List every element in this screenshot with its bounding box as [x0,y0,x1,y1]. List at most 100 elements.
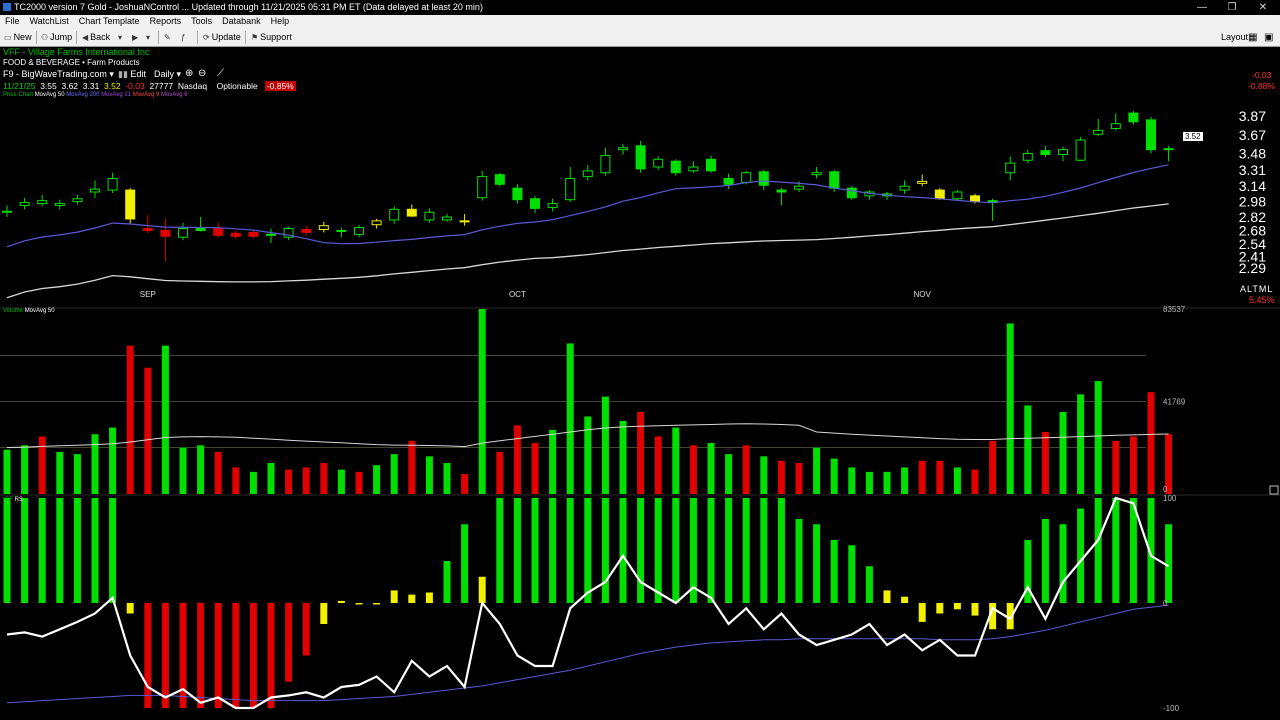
forward-button[interactable]: ▶ [132,31,140,44]
volume-bar [214,451,222,494]
toolbar: ▭ New ⚇ Jump ◀ Back ▾ ▶ ▾ ✎ ƒ ⟳ Update ⚑ Supp… [0,29,1280,47]
volume-tick-label: 0 [1163,485,1168,494]
month-label: SEP [140,290,156,299]
trendline-icon[interactable]: ⟋ [217,68,224,79]
volume-bar [513,425,521,494]
oscillator-bar [584,498,592,603]
chart-area[interactable]: 3.873.673.483.313.142.982.822.682.542.41… [0,46,1280,720]
close-button[interactable]: ✕ [1248,0,1278,15]
support-button[interactable]: ⚑ Support [251,31,292,44]
minimize-button[interactable]: — [1187,0,1217,15]
candle-body [19,202,30,206]
period-select[interactable]: Daily ▾ [154,69,181,80]
toolbar-separator [245,31,246,44]
candle-body [917,180,928,184]
toolbar-separator [158,31,159,44]
forward-dropdown[interactable]: ▾ [146,31,152,44]
oscillator-bar [302,603,310,656]
candle-body [213,228,224,236]
symbol-title: VFF - Village Farms International Inc [3,47,150,57]
oscillator-bar [513,498,521,603]
zoom-in-icon[interactable]: ⊕ [185,68,193,79]
oscillator-bar [1041,519,1049,603]
right-change: -0.03 [1252,70,1272,80]
new-button[interactable]: ▭ New [4,31,32,44]
volume-bar [320,462,328,494]
panel-maximize-icon [1269,485,1279,495]
price-tick-label: 2.98 [1239,194,1266,210]
update-button[interactable]: ⟳ Update [203,31,241,44]
oscillator-bar [461,524,469,603]
candle-body [37,200,48,205]
candle-body [406,208,417,217]
oscillator-bar [865,566,873,603]
volume-bar [830,458,838,494]
candle-body [442,216,452,221]
formula-button[interactable]: ƒ [181,31,187,44]
price-legend: Price Chart MovAvg 50 MovAvg 200 MovAvg … [3,92,188,98]
menu-reports[interactable]: Reports [145,15,187,26]
jump-button[interactable]: ⚇ Jump [41,31,72,44]
menu-chart-template[interactable]: Chart Template [74,15,145,26]
candle-body [72,198,83,203]
oscillator-bar [126,603,134,614]
volume-bar [531,443,539,494]
oscillator-bar [760,498,768,603]
candle-body [230,232,241,237]
volume-bar [425,456,433,494]
layout-grid-icon[interactable]: ▦ [1248,31,1257,44]
candle-body [90,188,100,193]
volume-bar [337,469,345,494]
candle-body [688,166,699,172]
volume-bar [918,460,926,494]
volume-bar [637,412,645,494]
oscillator-tick-label: 100 [1163,494,1177,503]
oscillator-bar [478,576,486,603]
volume-bar [443,462,451,494]
draw-tool-button[interactable]: ✎ [164,31,173,44]
oscillator-bar [672,498,680,603]
menu-file[interactable]: File [0,15,25,26]
last-price-marker: 3.52 [1183,132,1203,141]
menu-help[interactable]: Help [266,15,295,26]
back-button[interactable]: ◀ Back [82,31,110,44]
candle-body [758,171,769,186]
oscillator-bar [144,603,152,708]
candle-body [266,233,276,236]
altml-label[interactable]: ALTML [1240,284,1273,294]
menu-tools[interactable]: Tools [186,15,217,26]
volume-bar [742,445,750,494]
volume-bar [584,416,592,494]
menu-watchlist[interactable]: WatchList [25,15,74,26]
candle-body [1128,112,1139,123]
price-tick-label: 3.48 [1239,146,1266,162]
volume-bar [302,467,310,494]
volume-bar [1041,431,1049,494]
oscillator-bar [654,498,662,603]
chevron-down-icon: ▾ [118,33,123,42]
candle-body [494,174,505,185]
edit-button[interactable]: ▮▮ Edit [118,69,146,80]
back-icon: ◀ [82,33,89,42]
oscillator-bar [725,498,733,603]
restore-button[interactable]: ❐ [1217,0,1247,15]
oscillator-bar [531,498,539,603]
candle-body [582,170,593,178]
candle-body [248,231,259,237]
volume-bar [126,345,134,494]
oscillator-bar [285,603,293,682]
pct-change-badge: -0.85% [264,81,296,91]
back-dropdown[interactable]: ▾ [118,31,124,44]
menu-databank[interactable]: Databank [217,15,266,26]
oscillator-bar [355,603,363,605]
layout-button[interactable]: Layout [1221,31,1248,44]
oscillator-bar [883,590,891,603]
volume-bar [883,471,891,494]
zoom-out-icon[interactable]: ⊖ [198,68,206,79]
layout-full-icon[interactable]: ▣ [1264,31,1273,44]
moving-average-50 [6,203,1169,299]
candle-body [600,154,611,174]
layout-name[interactable]: F9 - BigWaveTrading.com ▾ [3,69,114,80]
volume-bar [813,447,821,494]
volume-legend: Volume MovAvg 50 [3,308,55,314]
